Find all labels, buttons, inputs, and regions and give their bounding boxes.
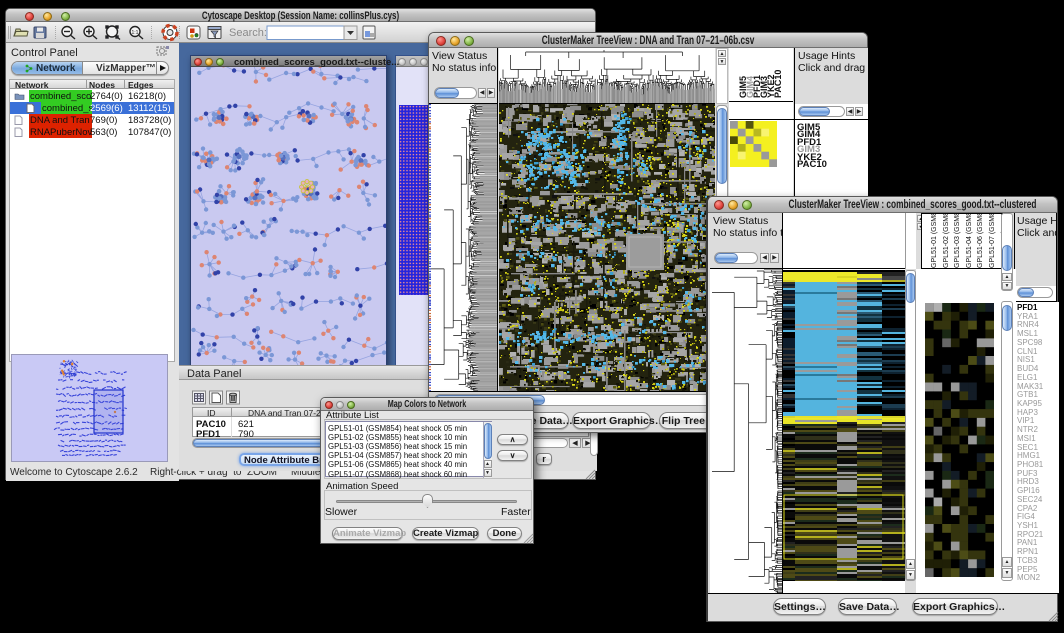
svg-text:1:1: 1:1	[132, 30, 139, 36]
svg-text:Search:: Search:	[229, 27, 267, 39]
